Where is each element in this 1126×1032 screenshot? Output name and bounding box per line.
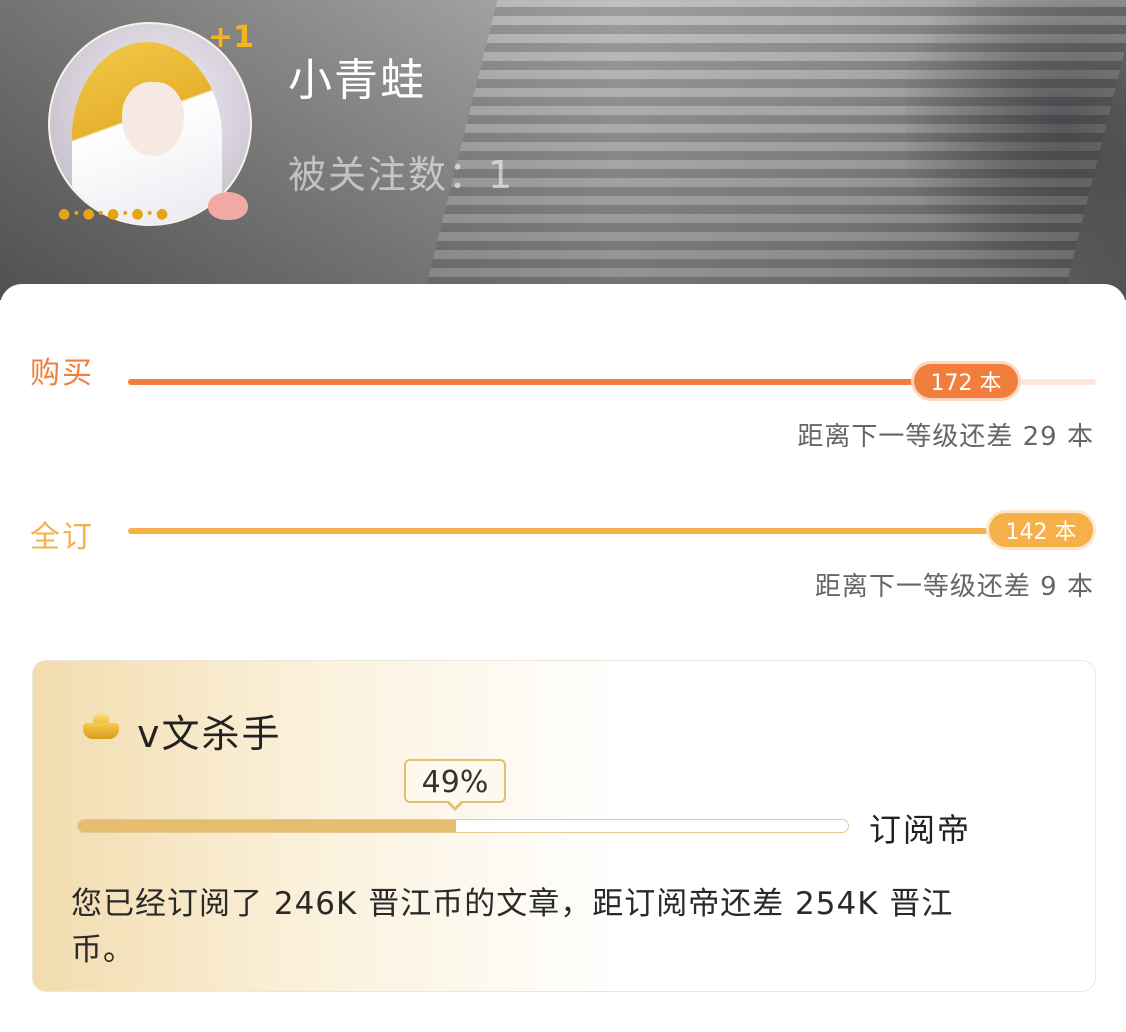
avatar-face bbox=[122, 82, 184, 156]
progress-percent-bubble: 49% bbox=[404, 759, 506, 803]
title-progress-fill bbox=[78, 820, 456, 832]
subscribe-remaining-note: 距离下一等级还差 9 本 bbox=[814, 572, 1094, 602]
buy-progress-fill bbox=[128, 379, 956, 385]
level-card: 购买 172 本 距离下一等级还差 29 本 全订 142 本 距离下一等级还差… bbox=[0, 284, 1126, 1032]
subscribe-count-badge: 142 本 bbox=[986, 510, 1096, 550]
subscribe-progress-fill bbox=[128, 528, 1038, 534]
current-title: v文杀手 bbox=[137, 712, 282, 756]
avatar[interactable]: +1 ●•●•●•●•● bbox=[46, 20, 254, 226]
buy-remaining-note: 距离下一等级还差 29 本 bbox=[797, 422, 1094, 452]
bubble-tail-inner bbox=[448, 800, 462, 807]
profile-header: +1 ●•●•●•●•● 小青蛙 被关注数：1 bbox=[0, 0, 1126, 300]
buy-count-badge: 172 本 bbox=[911, 361, 1021, 401]
avatar-frame-coins-icon: ●•●•●•●•● bbox=[58, 206, 171, 222]
title-progress-description: 您已经订阅了 246K 晋江币的文章，距订阅帝还差 254K 晋江币。 bbox=[71, 886, 954, 968]
subscribe-progress-track bbox=[128, 528, 1096, 534]
avatar-pig-icon bbox=[208, 192, 248, 220]
next-title: 订阅帝 bbox=[869, 811, 972, 849]
subscribe-label: 全订 bbox=[30, 520, 94, 555]
username: 小青蛙 bbox=[288, 55, 426, 106]
follower-count[interactable]: 被关注数：1 bbox=[288, 144, 514, 199]
title-progress-box: v文杀手 49% 订阅帝 您已经订阅了 246K 晋江币的文章，距订阅帝还差 2… bbox=[32, 660, 1096, 992]
title-progress-track bbox=[77, 819, 849, 833]
gold-ingot-icon bbox=[83, 713, 119, 739]
avatar-badge-plus-one: +1 bbox=[207, 20, 254, 55]
buy-label: 购买 bbox=[30, 356, 94, 391]
